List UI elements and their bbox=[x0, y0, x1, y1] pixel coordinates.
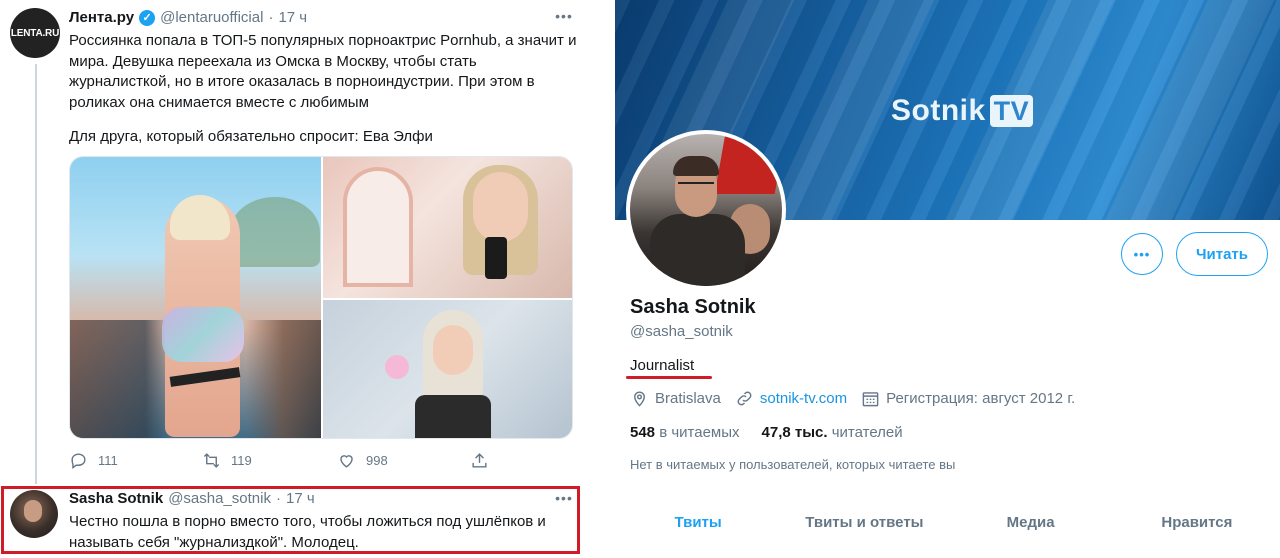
share-action[interactable] bbox=[470, 451, 489, 470]
reply-icon bbox=[71, 453, 86, 470]
thread-connector-line bbox=[35, 64, 37, 484]
website-link[interactable]: sotnik-tv.com bbox=[760, 390, 847, 407]
tab-tweets[interactable]: Твиты bbox=[615, 498, 781, 546]
followed-by-note: Нет в читаемых у пользователей, которых … bbox=[630, 457, 956, 472]
lenta-avatar[interactable]: LENTA.RU bbox=[10, 8, 60, 58]
reply-time[interactable]: 17 ч bbox=[286, 490, 315, 507]
profile-more-button[interactable]: ••• bbox=[1121, 233, 1163, 275]
bio-highlight-underline bbox=[626, 376, 712, 379]
profile-joined: Регистрация: август 2012 г. bbox=[861, 389, 1075, 408]
tweet-author-name[interactable]: Лента.ру bbox=[69, 9, 134, 26]
tab-likes[interactable]: Нравится bbox=[1114, 498, 1280, 546]
tab-media[interactable]: Медиа bbox=[948, 498, 1114, 546]
profile-website[interactable]: sotnik-tv.com bbox=[735, 389, 847, 408]
profile-name: Sasha Sotnik bbox=[630, 296, 756, 318]
banner-logo-text: Sotnik bbox=[891, 94, 986, 127]
tweet-more-icon[interactable]: ••• bbox=[555, 8, 573, 24]
reply-count: 111 bbox=[98, 453, 118, 468]
tweet-media-grid bbox=[69, 156, 573, 439]
tweet-photo-2[interactable] bbox=[323, 157, 572, 298]
location-pin-icon bbox=[634, 391, 645, 407]
tweet-header: Лента.ру ✓ @lentaruofficial · 17 ч bbox=[69, 9, 307, 26]
tweet-text-secondary: Для друга, который обязательно спросит: … bbox=[69, 128, 433, 145]
tab-tweets-and-replies[interactable]: Твиты и ответы bbox=[781, 498, 947, 546]
profile-stats: 548 в читаемых 47,8 тыс. читателей bbox=[630, 424, 903, 441]
profile-meta: Bratislava sotnik-tv.com Регистрация: ав… bbox=[630, 389, 1089, 408]
profile-tabs: Твиты Твиты и ответы Медиа Нравится bbox=[615, 498, 1280, 546]
link-icon bbox=[737, 391, 752, 406]
tweet-author-handle[interactable]: @lentaruofficial bbox=[160, 9, 263, 26]
profile-avatar[interactable] bbox=[626, 130, 786, 290]
like-action[interactable]: 998 bbox=[337, 451, 388, 470]
tweet-photo-1[interactable] bbox=[70, 157, 321, 438]
like-count: 998 bbox=[366, 453, 388, 468]
reply-author-handle[interactable]: @sasha_sotnik bbox=[168, 490, 271, 507]
reply-text: Честно пошла в порно вместо того, чтобы … bbox=[69, 513, 546, 551]
banner-logo-badge: TV bbox=[989, 95, 1034, 127]
tweet-separator: · bbox=[268, 9, 274, 26]
following-label: в читаемых bbox=[659, 424, 740, 441]
profile-bio: Journalist bbox=[630, 357, 695, 374]
followers-label: читателей bbox=[831, 424, 903, 441]
reply-author-name[interactable]: Sasha Sotnik bbox=[69, 490, 163, 507]
tweet-thread: LENTA.RU Лента.ру ✓ @lentaruofficial · 1… bbox=[0, 0, 600, 558]
tweet-time[interactable]: 17 ч bbox=[278, 9, 307, 26]
following-count: 548 bbox=[630, 424, 656, 441]
heart-icon bbox=[340, 455, 353, 468]
reply-header: Sasha Sotnik @sasha_sotnik · 17 ч bbox=[69, 490, 315, 507]
retweet-action[interactable]: 119 bbox=[202, 451, 252, 470]
banner-logo: Sotnik TV bbox=[891, 94, 1034, 128]
verified-badge-icon: ✓ bbox=[139, 9, 156, 26]
followers-count: 47,8 тыс. bbox=[761, 424, 828, 441]
share-icon bbox=[472, 453, 487, 468]
tweet-text: Россиянка попала в ТОП-5 популярных порн… bbox=[69, 32, 577, 111]
calendar-icon bbox=[862, 392, 879, 407]
tweet-photo-3[interactable] bbox=[323, 300, 572, 438]
reply-separator: · bbox=[275, 490, 281, 507]
profile-handle: @sasha_sotnik bbox=[630, 323, 733, 340]
profile-location: Bratislava bbox=[630, 389, 721, 408]
sasha-avatar-small[interactable] bbox=[10, 490, 58, 538]
reply-action[interactable]: 111 bbox=[69, 451, 118, 470]
retweet-icon bbox=[203, 453, 220, 468]
profile-panel: Sotnik TV ••• Читать Sasha Sotnik @sasha… bbox=[615, 0, 1280, 558]
reply-more-icon[interactable]: ••• bbox=[555, 490, 573, 506]
joined-text: Регистрация: август 2012 г. bbox=[886, 390, 1076, 407]
follow-button[interactable]: Читать bbox=[1176, 232, 1268, 276]
tweet-actions: 111 119 998 bbox=[69, 451, 509, 471]
followers-stat[interactable]: 47,8 тыс. читателей bbox=[762, 424, 903, 441]
location-text: Bratislava bbox=[655, 390, 721, 407]
following-stat[interactable]: 548 в читаемых bbox=[630, 424, 740, 441]
retweet-count: 119 bbox=[231, 453, 252, 468]
